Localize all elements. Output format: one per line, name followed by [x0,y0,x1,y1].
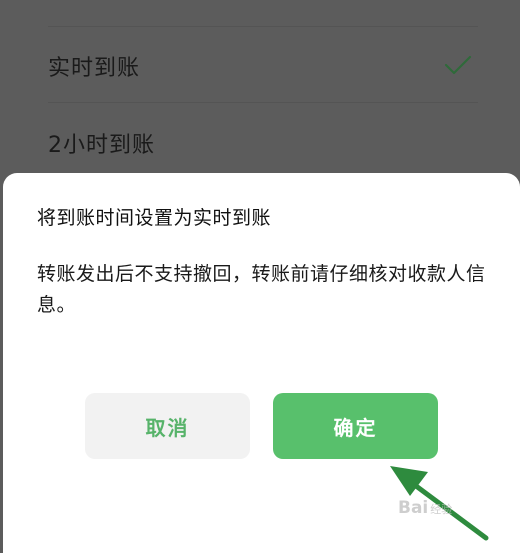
option-2hour-label[interactable]: 2小时到账 [48,127,155,159]
dialog-message: 转账发出后不支持撤回，转账前请仔细核对收款人信息。 [37,263,486,316]
cancel-button[interactable]: 取消 [85,393,250,459]
checkmark-icon [444,55,472,75]
list-divider [48,26,478,27]
option-realtime-label[interactable]: 实时到账 [48,50,140,82]
list-divider [48,102,478,103]
watermark-brand: Bai [398,498,429,518]
confirm-button[interactable]: 确定 [273,393,438,459]
dialog-title: 将到账时间设置为实时到账 [37,207,272,229]
watermark-suffix: 经验 [430,503,453,516]
confirm-dialog: 将到账时间设置为实时到账 转账发出后不支持撤回，转账前请仔细核对收款人信息。 取… [3,173,520,553]
baidu-watermark: Bai 经验 [398,498,452,518]
